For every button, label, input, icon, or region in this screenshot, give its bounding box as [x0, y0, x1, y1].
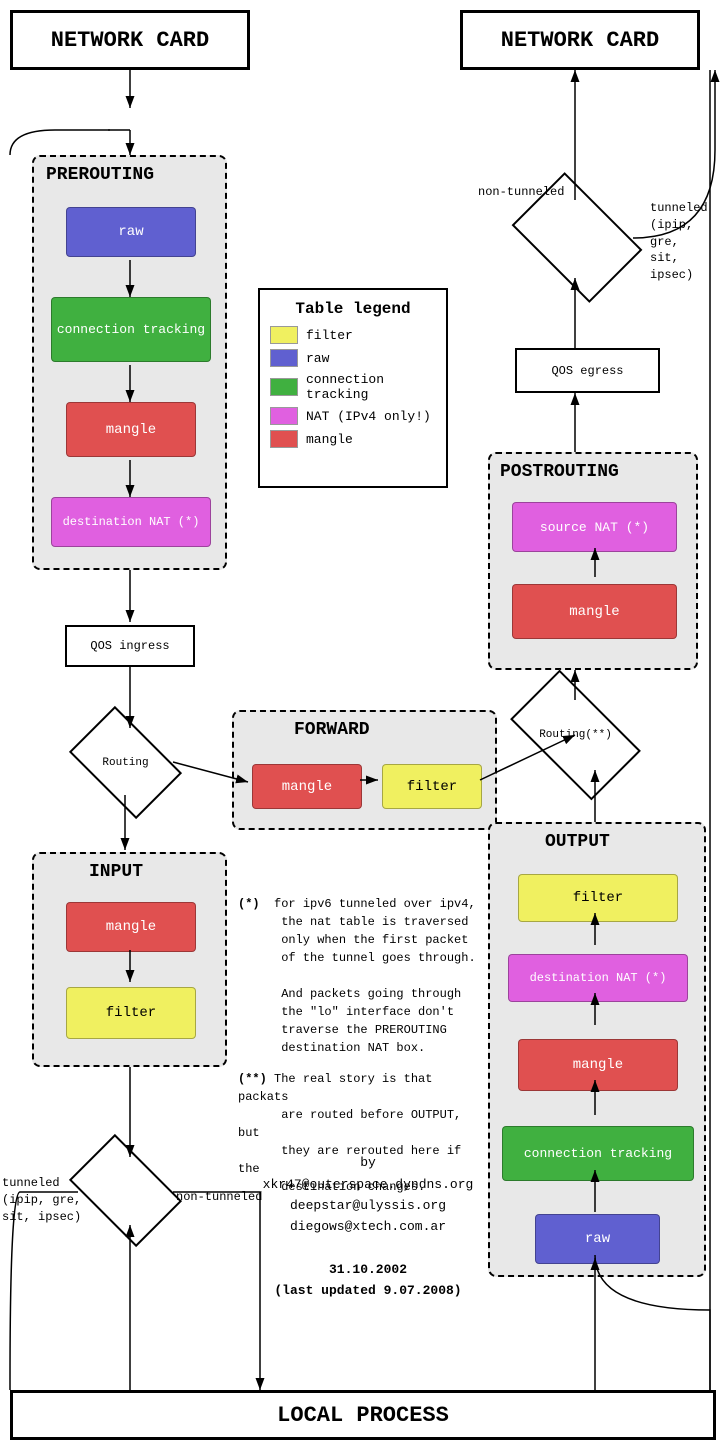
tunneled-top-label: tunneled(ipip, gre,sit, ipsec) [650, 200, 726, 284]
local-process-box: LOCAL PROCESS [10, 1390, 716, 1440]
out-conntrack-block: connection tracking [502, 1126, 694, 1181]
forward-label: FORWARD [294, 720, 370, 740]
post-mangle-block: mangle [512, 584, 677, 639]
legend-item-raw: raw [270, 349, 436, 367]
network-card-left: NETWORK CARD [10, 10, 250, 70]
bottom-diamond [78, 1158, 173, 1223]
pre-mangle-block: mangle [66, 402, 196, 457]
top-right-diamond [522, 200, 632, 275]
forward-box: FORWARD mangle filter [232, 710, 497, 830]
legend-item-filter: filter [270, 326, 436, 344]
prerouting-box: PREROUTING raw connection tracking mangl… [32, 155, 227, 570]
date-label: 31.10.2002(last updated 9.07.2008) [238, 1260, 498, 1302]
routing-diamond: Routing [78, 730, 173, 795]
pre-raw-block: raw [66, 207, 196, 257]
inp-mangle-block: mangle [66, 902, 196, 952]
legend-item-nat: NAT (IPv4 only!) [270, 407, 436, 425]
by-label: by [238, 1155, 498, 1170]
footnote1: (*) for ipv6 tunneled over ipv4, the nat… [238, 895, 488, 1057]
input-label: INPUT [89, 862, 143, 882]
legend-box: Table legend filter raw connection track… [258, 288, 448, 488]
inp-filter-block: filter [66, 987, 196, 1039]
input-box: INPUT mangle filter [32, 852, 227, 1067]
prerouting-label: PREROUTING [46, 165, 154, 185]
tunneled-bottom-label: tunneled(ipip, gre,sit, ipsec) [2, 1175, 81, 1225]
out-dnat-block: destination NAT (*) [508, 954, 688, 1002]
legend-item-mangle: mangle [270, 430, 436, 448]
non-tunneled-top-label: non-tunneled [478, 185, 564, 199]
legend-title: Table legend [270, 300, 436, 318]
postrouting-box: POSTROUTING source NAT (*) mangle [488, 452, 698, 670]
legend-item-conntrack: connection tracking [270, 372, 436, 402]
pre-conntrack-block: connection tracking [51, 297, 211, 362]
post-snat-block: source NAT (*) [512, 502, 677, 552]
qos-ingress-box: QOS ingress [65, 625, 195, 667]
diagram: NETWORK CARD NETWORK CARD PREROUTING raw… [0, 0, 726, 1445]
routing2-diamond: Routing(**) [518, 700, 633, 770]
output-label: OUTPUT [545, 832, 610, 852]
fwd-filter-block: filter [382, 764, 482, 809]
out-raw-block: raw [535, 1214, 660, 1264]
fwd-mangle-block: mangle [252, 764, 362, 809]
pre-dnat-block: destination NAT (*) [51, 497, 211, 547]
postrouting-label: POSTROUTING [500, 462, 619, 482]
authors-label: xkr47@outerspace.dyndns.orgdeepstar@ulys… [238, 1175, 498, 1237]
output-box: OUTPUT filter destination NAT (*) mangle… [488, 822, 706, 1277]
out-filter-block: filter [518, 874, 678, 922]
network-card-right: NETWORK CARD [460, 10, 700, 70]
out-mangle-block: mangle [518, 1039, 678, 1091]
qos-egress-box: QOS egress [515, 348, 660, 393]
